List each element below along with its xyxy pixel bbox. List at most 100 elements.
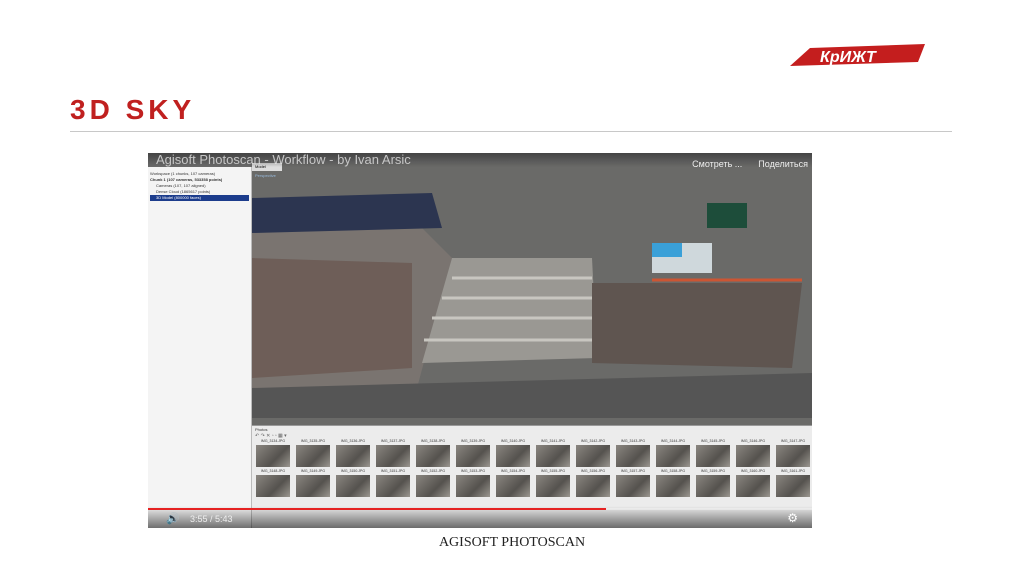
photo-image xyxy=(536,445,570,467)
photo-filename: IMG_3134.JPG xyxy=(260,439,286,443)
photo-thumbnail[interactable]: IMG_3147.JPG xyxy=(776,439,810,469)
photo-thumbnail[interactable]: IMG_3139.JPG xyxy=(456,439,490,469)
photo-thumbnail[interactable]: IMG_3158.JPG xyxy=(656,469,690,499)
photo-filename: IMG_3136.JPG xyxy=(340,439,366,443)
photo-thumbnail[interactable]: IMG_3153.JPG xyxy=(456,469,490,499)
video-player[interactable]: Agisoft Photoscan - Workflow - by Ivan A… xyxy=(148,153,812,528)
photo-filename: IMG_3149.JPG xyxy=(300,469,326,473)
photo-thumbnail[interactable]: IMG_3142.JPG xyxy=(576,439,610,469)
photo-filename: IMG_3156.JPG xyxy=(580,469,606,473)
share-button[interactable]: Поделиться xyxy=(758,159,808,169)
photo-image xyxy=(696,445,730,467)
photo-filename: IMG_3145.JPG xyxy=(700,439,726,443)
model-viewport[interactable]: Model Perspective xyxy=(252,163,812,425)
photo-thumbnail[interactable]: IMG_3144.JPG xyxy=(656,439,690,469)
photo-image xyxy=(256,445,290,467)
photo-thumbnail[interactable]: IMG_3140.JPG xyxy=(496,439,530,469)
tree-item-selected[interactable]: 3D Model (800000 faces) xyxy=(150,195,249,201)
photo-thumbnail[interactable]: IMG_3145.JPG xyxy=(696,439,730,469)
photo-thumbnail[interactable]: IMG_3138.JPG xyxy=(416,439,450,469)
photo-thumbnail[interactable]: IMG_3160.JPG xyxy=(736,469,770,499)
photo-image xyxy=(296,475,330,497)
photo-image xyxy=(416,475,450,497)
photo-thumbnail[interactable]: IMG_3159.JPG xyxy=(696,469,730,499)
photo-filename: IMG_3160.JPG xyxy=(740,469,766,473)
photo-image xyxy=(456,475,490,497)
photo-filename: IMG_3140.JPG xyxy=(500,439,526,443)
photo-thumbnail[interactable]: IMG_3134.JPG xyxy=(256,439,290,469)
photo-thumbnail[interactable]: IMG_3135.JPG xyxy=(296,439,330,469)
photo-image xyxy=(656,475,690,497)
photo-thumbnail[interactable]: IMG_3150.JPG xyxy=(336,469,370,499)
photo-thumbnail[interactable]: IMG_3143.JPG xyxy=(616,439,650,469)
photo-image xyxy=(656,445,690,467)
photo-thumbnail[interactable]: IMG_3136.JPG xyxy=(336,439,370,469)
photo-thumbnail[interactable]: IMG_3154.JPG xyxy=(496,469,530,499)
photo-thumbnail[interactable]: IMG_3141.JPG xyxy=(536,439,570,469)
video-time: 3:55 / 5:43 xyxy=(190,514,233,524)
photo-thumbnail[interactable]: IMG_3155.JPG xyxy=(536,469,570,499)
photo-filename: IMG_3153.JPG xyxy=(460,469,486,473)
photo-image xyxy=(256,475,290,497)
photo-filename: IMG_3161.JPG xyxy=(780,469,806,473)
photo-filename: IMG_3158.JPG xyxy=(660,469,686,473)
photo-filename: IMG_3155.JPG xyxy=(540,469,566,473)
photo-filename: IMG_3154.JPG xyxy=(500,469,526,473)
photo-image xyxy=(776,445,810,467)
photo-filename: IMG_3144.JPG xyxy=(660,439,686,443)
photo-image xyxy=(376,475,410,497)
photo-image xyxy=(416,445,450,467)
photo-image xyxy=(296,445,330,467)
photo-image xyxy=(496,475,530,497)
point-cloud-stairs xyxy=(252,193,812,418)
svg-text:КрИЖТ: КрИЖТ xyxy=(820,49,877,66)
workspace-panel: Workspace (1 chunks, 107 cameras) Chunk … xyxy=(148,167,252,528)
photo-thumbnail[interactable]: IMG_3148.JPG xyxy=(256,469,290,499)
view-label: Perspective xyxy=(255,173,276,178)
player-controls: 🔊 3:55 / 5:43 ⚙ xyxy=(148,506,812,528)
photo-image xyxy=(736,445,770,467)
photo-image xyxy=(456,445,490,467)
photo-filename: IMG_3146.JPG xyxy=(740,439,766,443)
photo-thumbnail[interactable]: IMG_3156.JPG xyxy=(576,469,610,499)
photo-thumbnail[interactable]: IMG_3151.JPG xyxy=(376,469,410,499)
photo-filename: IMG_3139.JPG xyxy=(460,439,486,443)
photo-filename: IMG_3151.JPG xyxy=(380,469,406,473)
kriht-logo: КрИЖТ xyxy=(790,44,925,66)
photo-thumbnail[interactable]: IMG_3137.JPG xyxy=(376,439,410,469)
photo-filename: IMG_3141.JPG xyxy=(540,439,566,443)
photo-thumbnail[interactable]: IMG_3146.JPG xyxy=(736,439,770,469)
photo-filename: IMG_3137.JPG xyxy=(380,439,406,443)
photo-image xyxy=(736,475,770,497)
photo-image xyxy=(576,475,610,497)
progress-bar[interactable] xyxy=(148,508,812,510)
photo-filename: IMG_3135.JPG xyxy=(300,439,326,443)
progress-fill xyxy=(148,508,607,510)
photo-filename: IMG_3157.JPG xyxy=(620,469,646,473)
photo-image xyxy=(336,475,370,497)
photo-image xyxy=(696,475,730,497)
photo-filename: IMG_3143.JPG xyxy=(620,439,646,443)
photo-thumbnail[interactable]: IMG_3152.JPG xyxy=(416,469,450,499)
photo-image xyxy=(616,475,650,497)
photo-image xyxy=(336,445,370,467)
photo-thumbnail[interactable]: IMG_3149.JPG xyxy=(296,469,330,499)
photos-header: Photos xyxy=(255,427,268,432)
photo-image xyxy=(496,445,530,467)
slide-title: 3D SKY xyxy=(70,94,196,125)
volume-icon[interactable]: 🔊 xyxy=(166,512,180,525)
photo-filename: IMG_3150.JPG xyxy=(340,469,366,473)
settings-gear-icon[interactable]: ⚙ xyxy=(787,511,798,525)
watch-later-button[interactable]: Смотреть ... xyxy=(692,159,742,169)
photo-image xyxy=(536,475,570,497)
photo-filename: IMG_3159.JPG xyxy=(700,469,726,473)
photo-image xyxy=(776,475,810,497)
photo-thumbnail[interactable]: IMG_3161.JPG xyxy=(776,469,810,499)
photo-filename: IMG_3147.JPG xyxy=(780,439,806,443)
photo-thumbnail[interactable]: IMG_3157.JPG xyxy=(616,469,650,499)
photo-filename: IMG_3152.JPG xyxy=(420,469,446,473)
photo-filename: IMG_3148.JPG xyxy=(260,469,286,473)
photo-filename: IMG_3142.JPG xyxy=(580,439,606,443)
photo-image xyxy=(376,445,410,467)
photo-image xyxy=(576,445,610,467)
